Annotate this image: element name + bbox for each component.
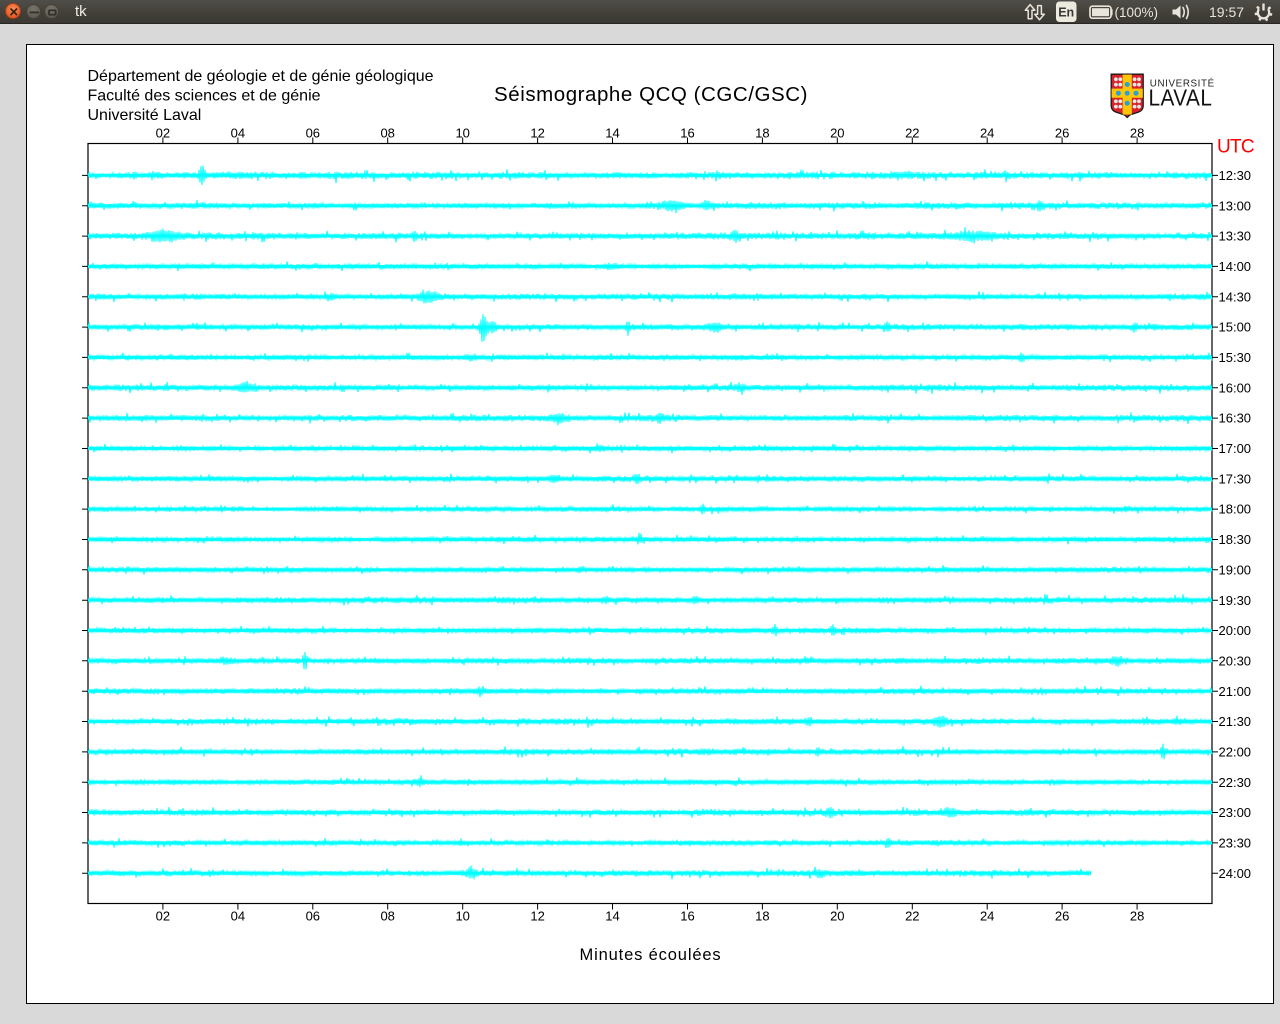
svg-text:16: 16 bbox=[680, 909, 694, 924]
svg-text:18: 18 bbox=[755, 909, 769, 924]
svg-text:12:30: 12:30 bbox=[1219, 168, 1252, 183]
svg-text:14:30: 14:30 bbox=[1219, 289, 1252, 304]
svg-text:22: 22 bbox=[905, 909, 919, 924]
svg-text:Séismographe QCQ (CGC/GSC): Séismographe QCQ (CGC/GSC) bbox=[494, 83, 808, 106]
svg-text:04: 04 bbox=[231, 126, 245, 141]
svg-text:26: 26 bbox=[1055, 909, 1069, 924]
svg-text:28: 28 bbox=[1130, 909, 1144, 924]
svg-text:16: 16 bbox=[680, 126, 694, 141]
svg-text:15:30: 15:30 bbox=[1219, 350, 1252, 365]
svg-text:20:30: 20:30 bbox=[1219, 653, 1252, 668]
svg-text:16:00: 16:00 bbox=[1219, 380, 1252, 395]
svg-text:21:00: 21:00 bbox=[1219, 684, 1252, 699]
svg-text:19:30: 19:30 bbox=[1219, 593, 1252, 608]
svg-text:12: 12 bbox=[530, 909, 544, 924]
svg-text:15:00: 15:00 bbox=[1219, 320, 1252, 335]
svg-text:20:00: 20:00 bbox=[1219, 623, 1252, 638]
svg-text:08: 08 bbox=[380, 909, 394, 924]
svg-text:17:00: 17:00 bbox=[1219, 441, 1252, 456]
svg-text:En: En bbox=[1058, 6, 1074, 20]
svg-text:24: 24 bbox=[980, 909, 994, 924]
svg-text:LAVAL: LAVAL bbox=[1149, 84, 1213, 110]
svg-text:10: 10 bbox=[455, 126, 469, 141]
svg-text:19:00: 19:00 bbox=[1219, 562, 1252, 577]
svg-text:06: 06 bbox=[306, 909, 320, 924]
svg-text:17:30: 17:30 bbox=[1219, 471, 1252, 486]
svg-text:08: 08 bbox=[380, 126, 394, 141]
svg-text:Faculté des sciences et de gén: Faculté des sciences et de génie bbox=[88, 88, 321, 105]
svg-text:22: 22 bbox=[905, 126, 919, 141]
svg-text:24: 24 bbox=[980, 126, 994, 141]
svg-text:18:30: 18:30 bbox=[1219, 532, 1252, 547]
svg-text:23:30: 23:30 bbox=[1219, 836, 1252, 851]
svg-text:21:30: 21:30 bbox=[1219, 714, 1252, 729]
svg-text:26: 26 bbox=[1055, 126, 1069, 141]
svg-text:Université Laval: Université Laval bbox=[88, 107, 202, 124]
svg-text:23:00: 23:00 bbox=[1219, 805, 1252, 820]
svg-text:10: 10 bbox=[455, 909, 469, 924]
svg-text:13:00: 13:00 bbox=[1219, 198, 1252, 213]
svg-text:14: 14 bbox=[605, 909, 619, 924]
svg-text:22:30: 22:30 bbox=[1219, 775, 1252, 790]
svg-text:16:30: 16:30 bbox=[1219, 411, 1252, 426]
svg-text:02: 02 bbox=[156, 126, 170, 141]
svg-text:(100%): (100%) bbox=[1115, 5, 1159, 20]
svg-text:14:00: 14:00 bbox=[1219, 259, 1252, 274]
svg-text:24:00: 24:00 bbox=[1219, 866, 1252, 881]
svg-text:18: 18 bbox=[755, 126, 769, 141]
svg-text:UTC: UTC bbox=[1217, 137, 1254, 158]
svg-text:06: 06 bbox=[306, 126, 320, 141]
svg-text:13:30: 13:30 bbox=[1219, 229, 1252, 244]
svg-text:04: 04 bbox=[231, 909, 245, 924]
svg-text:Département de géologie et de: Département de géologie et de génie géol… bbox=[88, 68, 434, 85]
svg-text:19:57: 19:57 bbox=[1209, 4, 1244, 20]
svg-text:20: 20 bbox=[830, 126, 844, 141]
svg-text:12: 12 bbox=[530, 126, 544, 141]
svg-text:14: 14 bbox=[605, 126, 619, 141]
svg-text:02: 02 bbox=[156, 909, 170, 924]
svg-text:Minutes écoulées: Minutes écoulées bbox=[579, 946, 721, 964]
svg-text:22:00: 22:00 bbox=[1219, 745, 1252, 760]
svg-text:28: 28 bbox=[1130, 126, 1144, 141]
svg-text:20: 20 bbox=[830, 909, 844, 924]
svg-text:18:00: 18:00 bbox=[1219, 502, 1252, 517]
